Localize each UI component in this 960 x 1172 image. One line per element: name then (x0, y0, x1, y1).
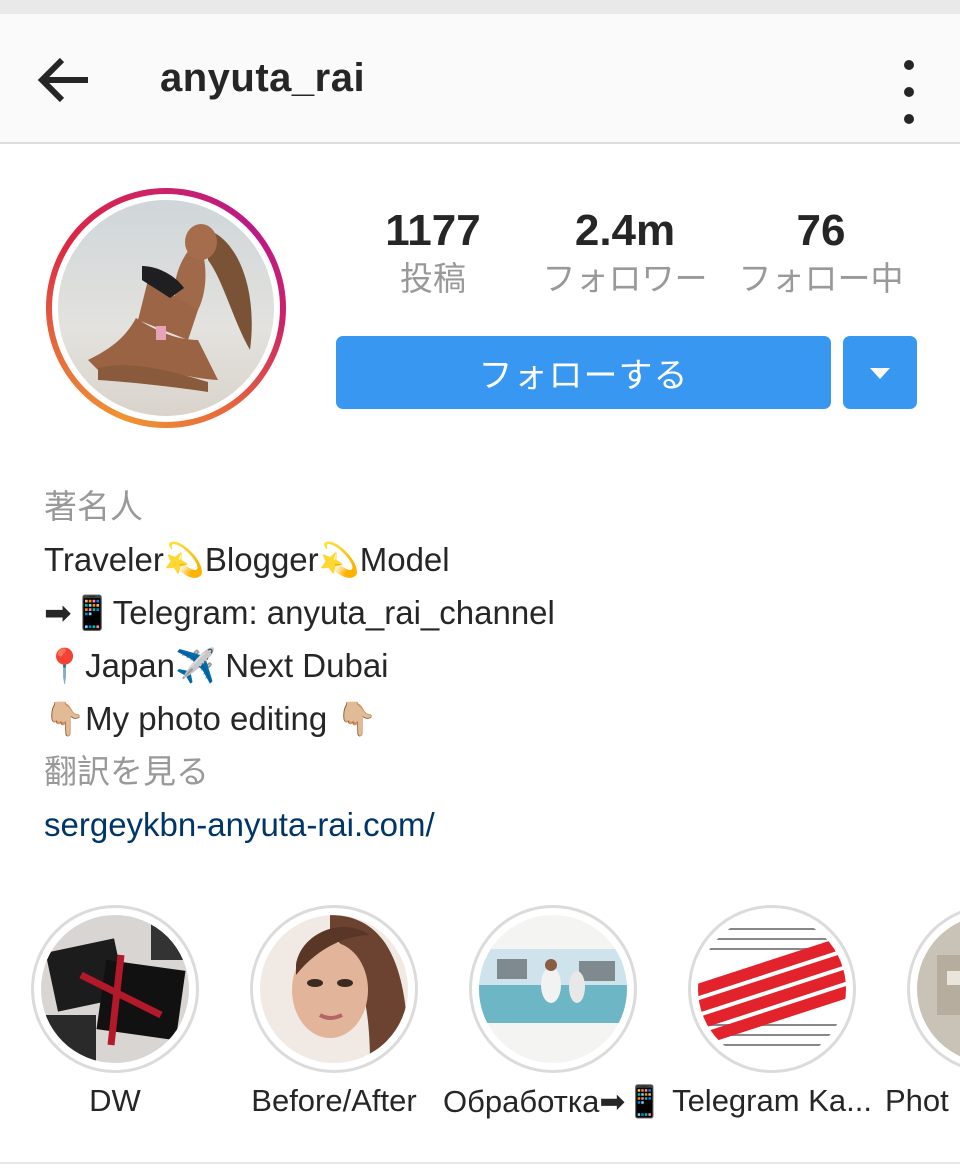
more-vertical-icon (904, 60, 914, 70)
profile-avatar[interactable] (46, 188, 286, 428)
caret-down-icon (870, 368, 890, 379)
highlight-cover (917, 915, 960, 1063)
bio-line: 📍Japan✈️ Next Dubai (44, 647, 389, 684)
bio-line: Traveler💫Blogger💫Model (44, 541, 450, 578)
story-highlights-row: DW Before/After Обработка➡📱 Telegram Ka.… (0, 905, 960, 1130)
highlight-cover (698, 915, 846, 1063)
profile-website-link[interactable]: sergeykbn-anyuta-rai.com/ (44, 798, 924, 851)
suggested-users-dropdown-button[interactable] (843, 336, 917, 409)
top-app-bar: anyuta_rai (0, 14, 960, 144)
status-strip (0, 0, 960, 14)
profile-username-title: anyuta_rai (160, 56, 366, 100)
highlight-cover (41, 915, 189, 1063)
highlight-label: Telegram Ka... (672, 1083, 872, 1118)
followers-count[interactable]: 2.4m フォロワー (530, 205, 720, 301)
posts-count[interactable]: 1177 投稿 (370, 205, 496, 301)
see-translation-link[interactable]: 翻訳を見る (44, 745, 924, 798)
highlight-label: Before/After (251, 1083, 417, 1118)
highlight-cover (479, 915, 627, 1063)
highlight-label: Phot (885, 1083, 949, 1118)
back-button[interactable] (28, 50, 98, 110)
following-count[interactable]: 76 フォロー中 (728, 205, 914, 301)
highlight-cover (260, 915, 408, 1063)
followers-count-label: フォロワー (542, 259, 708, 298)
divider (0, 1162, 960, 1164)
profile-bio: 著名人 Traveler💫Blogger💫Model ➡📱Telegram: a… (44, 480, 924, 851)
more-options-button[interactable] (888, 60, 932, 124)
following-count-value: 76 (796, 206, 846, 255)
arrow-left-icon (37, 57, 88, 103)
highlight-label: DW (89, 1083, 141, 1118)
posts-count-label: 投稿 (400, 259, 466, 298)
bio-category: 著名人 (44, 488, 143, 525)
posts-count-value: 1177 (385, 206, 481, 255)
following-count-label: フォロー中 (738, 259, 904, 298)
highlight-label: Обработка➡📱 (443, 1084, 663, 1119)
follow-button[interactable]: フォローする (336, 336, 831, 409)
bio-line: 👇🏼My photo editing 👇🏼 (44, 700, 378, 737)
followers-count-value: 2.4m (574, 206, 676, 255)
bio-line: ➡📱Telegram: anyuta_rai_channel (44, 594, 555, 631)
avatar-photo (58, 200, 274, 416)
